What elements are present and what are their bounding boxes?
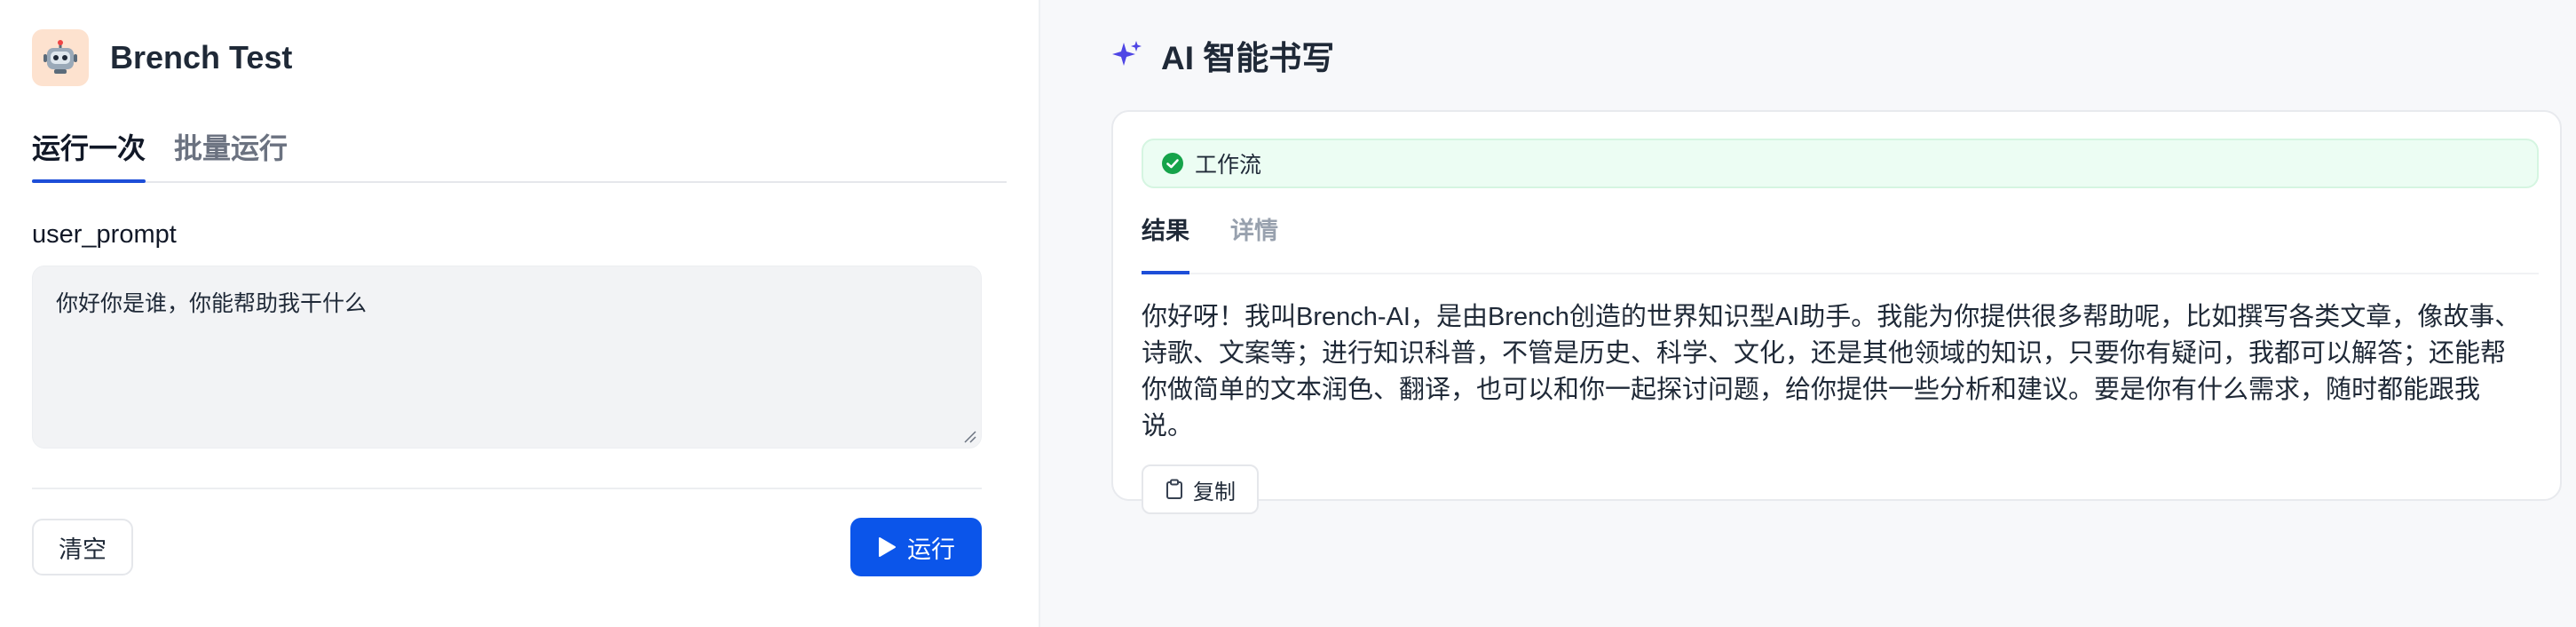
divider — [32, 488, 982, 489]
run-mode-tabs: 运行一次 批量运行 — [32, 115, 1007, 183]
action-bar: 清空 运行 — [32, 518, 982, 576]
user-prompt-label: user_prompt — [32, 220, 177, 249]
workflow-status-bar[interactable]: 工作流 — [1142, 139, 2539, 188]
tab-details[interactable]: 详情 — [1230, 204, 1278, 273]
result-card: 工作流 结果 详情 你好呀！我叫Brench-AI，是由Brench创造的世界知… — [1111, 110, 2562, 514]
user-prompt-value: 你好你是谁，你能帮助我干什么 — [56, 291, 367, 316]
robot-icon — [32, 29, 89, 86]
resize-handle-icon[interactable] — [961, 428, 977, 444]
run-button-label: 运行 — [907, 536, 955, 563]
clipboard-icon — [1166, 479, 1182, 499]
check-circle-icon — [1162, 153, 1183, 174]
copy-button-label: 复制 — [1193, 480, 1236, 504]
clear-button[interactable]: 清空 — [32, 519, 133, 575]
result-text: 你好呀！我叫Brench-AI，是由Brench创造的世界知识型AI助手。我能为… — [1142, 303, 2521, 440]
run-button[interactable]: 运行 — [850, 518, 982, 576]
output-title: AI 智能书写 — [1161, 40, 1335, 76]
play-icon — [879, 537, 896, 557]
app-title: Brench Test — [110, 39, 293, 75]
sparkle-icon — [1112, 41, 1142, 66]
workflow-status-label: 工作流 — [1195, 153, 1262, 178]
user-prompt-input[interactable]: 你好你是谁，你能帮助我干什么 — [32, 266, 982, 448]
tab-result[interactable]: 结果 — [1142, 204, 1189, 274]
app-header: Brench Test — [32, 0, 1007, 115]
copy-button[interactable]: 复制 — [1142, 464, 1259, 514]
result-tabs: 结果 详情 — [1142, 204, 2539, 274]
tab-batch-run[interactable]: 批量运行 — [174, 126, 288, 181]
run-panel: Brench Test 运行一次 批量运行 user_prompt 你好你是谁，… — [0, 0, 1039, 627]
tab-run-once[interactable]: 运行一次 — [32, 126, 146, 183]
output-header: AI 智能书写 — [1111, 0, 2519, 110]
output-panel: AI 智能书写 工作流 结果 详情 你好呀！我叫Brench-AI，是由Bren… — [1039, 0, 2576, 627]
